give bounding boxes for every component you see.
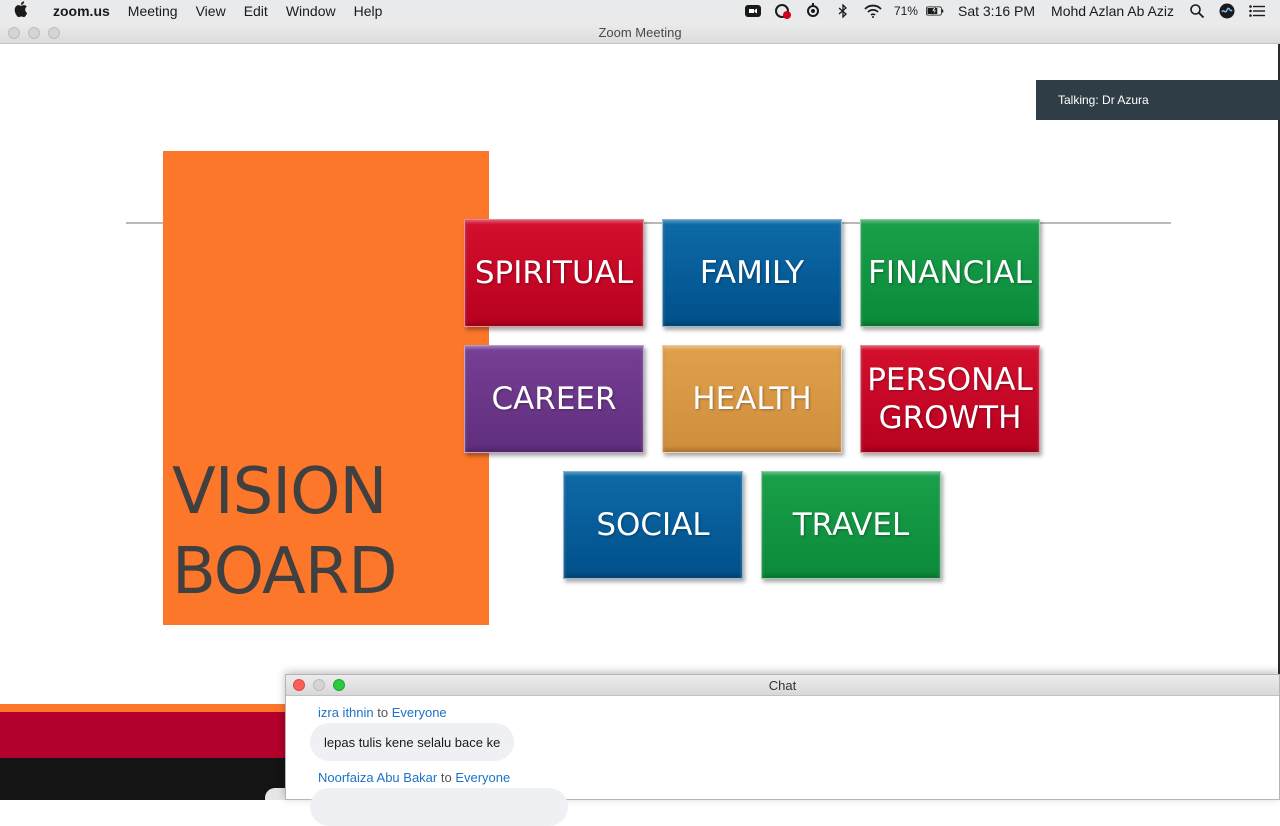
slide-title-line1: VISION xyxy=(172,455,387,529)
chat-message-text: lepas tulis kene selalu bace ke xyxy=(324,734,501,750)
spotlight-search-icon[interactable] xyxy=(1188,3,1206,19)
bluetooth-icon[interactable] xyxy=(834,3,852,19)
menu-window[interactable]: Window xyxy=(277,3,345,19)
chat-title: Chat xyxy=(768,677,797,693)
chat-window: Chat izra ithnin to Everyone lepas tulis… xyxy=(285,674,1280,826)
tile-label: FAMILY xyxy=(699,255,805,291)
menu-app-name[interactable]: zoom.us xyxy=(44,3,119,19)
zoom-camera-icon[interactable] xyxy=(744,3,762,19)
chat-window-controls xyxy=(293,679,345,691)
chat-close-button[interactable] xyxy=(293,679,305,691)
steelseries-icon[interactable] xyxy=(804,3,822,19)
menu-view[interactable]: View xyxy=(187,3,235,19)
chat-message-bubble: lepas tulis kene selalu bace ke xyxy=(310,723,515,761)
chat-minimize-button[interactable] xyxy=(313,679,325,691)
talking-indicator: Talking: Dr Azura xyxy=(1036,80,1280,120)
slide-title-line2: BOARD xyxy=(172,535,398,609)
chat-recipient[interactable]: Everyone xyxy=(392,705,447,720)
tile-label: FINANCIAL xyxy=(868,255,1032,291)
tile-label-line1: PERSONAL xyxy=(867,362,1033,398)
slide-footer-red xyxy=(0,712,290,758)
wifi-icon[interactable] xyxy=(864,3,882,19)
chat-recipient[interactable]: Everyone xyxy=(455,770,510,785)
minimize-window-button[interactable] xyxy=(28,27,40,39)
tile-label: HEALTH xyxy=(692,381,812,417)
siri-icon[interactable] xyxy=(1218,3,1236,19)
tile-label: CAREER xyxy=(491,381,617,417)
tile-travel: TRAVEL xyxy=(761,471,941,579)
tile-label: SPIRITUAL xyxy=(474,255,634,291)
chat-titlebar[interactable]: Chat xyxy=(286,675,1279,696)
tile-personal-growth: PERSONAL GROWTH xyxy=(860,345,1040,453)
tile-career: CAREER xyxy=(464,345,644,453)
menu-meeting[interactable]: Meeting xyxy=(119,3,187,19)
chat-message-bubble xyxy=(310,788,568,826)
status-tray: 71% Sat 3:16 PM Mohd Azlan Ab Aziz xyxy=(738,0,1280,22)
window-controls xyxy=(8,27,60,39)
zoom-window-button[interactable] xyxy=(48,27,60,39)
clock[interactable]: Sat 3:16 PM xyxy=(958,3,1035,19)
tile-label: SOCIAL xyxy=(596,507,710,543)
battery-charging-icon[interactable] xyxy=(925,3,944,19)
slide-title: VISION BOARD xyxy=(172,452,472,612)
slide-footer-dark xyxy=(0,758,290,800)
chat-message-header: Noorfaiza Abu Bakar to Everyone xyxy=(318,770,510,785)
chat-to-label: to xyxy=(377,705,389,720)
chat-to-label: to xyxy=(440,770,452,785)
tile-family: FAMILY xyxy=(662,219,842,327)
close-window-button[interactable] xyxy=(8,27,20,39)
window-titlebar[interactable]: Zoom Meeting xyxy=(0,22,1280,44)
menu-bar: zoom.us Meeting View Edit Window Help 71… xyxy=(0,0,1280,22)
tile-label: TRAVEL xyxy=(792,507,910,543)
tile-health: HEALTH xyxy=(662,345,842,453)
chat-sender[interactable]: izra ithnin xyxy=(318,705,374,720)
tile-social: SOCIAL xyxy=(563,471,743,579)
tile-label-line2: GROWTH xyxy=(878,400,1022,436)
chat-zoom-button[interactable] xyxy=(333,679,345,691)
chat-sender[interactable]: Noorfaiza Abu Bakar xyxy=(318,770,437,785)
screen-record-icon[interactable] xyxy=(774,3,792,19)
tile-spiritual: SPIRITUAL xyxy=(464,219,644,327)
tile-financial: FINANCIAL xyxy=(860,219,1040,327)
slide-footer-orange xyxy=(0,704,290,712)
notification-center-icon[interactable] xyxy=(1248,3,1266,19)
apple-menu-icon[interactable] xyxy=(14,0,44,22)
battery-percent: 71% xyxy=(893,4,918,18)
menu-edit[interactable]: Edit xyxy=(235,3,277,19)
chat-message-header: izra ithnin to Everyone xyxy=(318,705,447,720)
window-title: Zoom Meeting xyxy=(598,25,682,40)
menu-help[interactable]: Help xyxy=(345,3,392,19)
user-name[interactable]: Mohd Azlan Ab Aziz xyxy=(1051,3,1174,19)
scroll-handle[interactable] xyxy=(265,788,287,800)
